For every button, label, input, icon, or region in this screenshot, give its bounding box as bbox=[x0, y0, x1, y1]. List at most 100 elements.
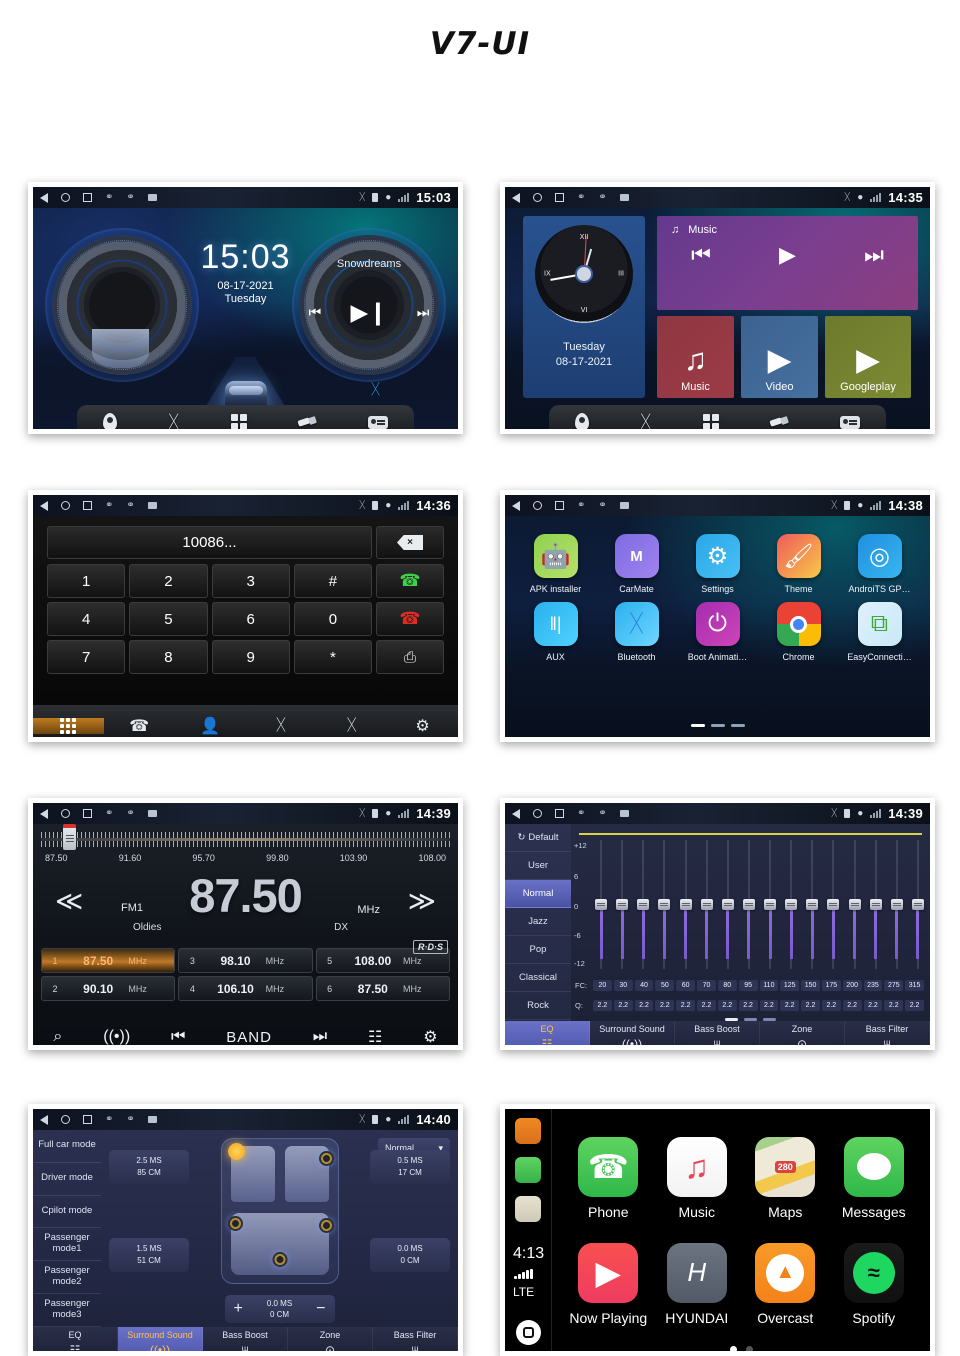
messages-mini-icon[interactable] bbox=[515, 1157, 541, 1183]
prev-station-button[interactable]: ⏮ bbox=[171, 1028, 185, 1045]
analog-clock-widget[interactable]: XII III VI IX Tuesday 08-17-2021 bbox=[523, 216, 645, 398]
eq-preset-rock[interactable]: Rock bbox=[505, 992, 571, 1020]
preset-grid[interactable]: 1 87.50 MHz 3 98.10 MHz 5 108.00 MHz 2 9… bbox=[33, 948, 458, 1001]
app-easyconnection[interactable]: ⧉ EasyConnecti… bbox=[839, 602, 920, 662]
tile-googleplay[interactable]: ▶ Googleplay bbox=[825, 316, 911, 398]
slider-knob[interactable] bbox=[679, 899, 692, 911]
dialer-keypad[interactable]: 1 2 3 # ☎ 4 5 6 0 ☎ 7 8 9 * ⎙ bbox=[33, 559, 458, 674]
left-knob-widget[interactable] bbox=[47, 230, 197, 380]
fc-value[interactable]: 315 bbox=[905, 980, 924, 991]
page-dot[interactable] bbox=[745, 1346, 753, 1351]
q-value[interactable]: 2.2 bbox=[801, 1000, 820, 1011]
slider-knob[interactable] bbox=[785, 899, 798, 911]
home-icon[interactable] bbox=[533, 809, 542, 818]
eq-band-slider[interactable] bbox=[637, 840, 650, 969]
fc-value[interactable]: 80 bbox=[717, 980, 737, 991]
eq-band-slider[interactable] bbox=[806, 840, 819, 969]
key-8[interactable]: 8 bbox=[129, 640, 208, 674]
music-widget[interactable]: ♫ Music ⏮ ▶ ⏭ bbox=[657, 216, 918, 310]
mode-driver[interactable]: Driver mode bbox=[33, 1163, 101, 1196]
key-hash[interactable]: # bbox=[293, 564, 372, 598]
carplay-app-now-playing[interactable]: ▶ Now Playing bbox=[564, 1231, 653, 1337]
recents-icon[interactable] bbox=[555, 193, 564, 202]
preset-1[interactable]: 1 87.50 MHz bbox=[41, 948, 176, 973]
q-value[interactable]: 2.2 bbox=[821, 1000, 841, 1011]
page-dot[interactable] bbox=[729, 1346, 737, 1351]
music-controls[interactable]: ⏮ ▶❙ ⏭ bbox=[294, 281, 444, 343]
page-indicator[interactable] bbox=[552, 1346, 930, 1351]
keypad-icon[interactable] bbox=[33, 718, 104, 734]
increase-button[interactable]: + bbox=[234, 1300, 243, 1318]
eq-band-slider[interactable] bbox=[679, 840, 692, 969]
apps-icon[interactable] bbox=[230, 414, 247, 429]
fc-value[interactable]: 125 bbox=[780, 980, 800, 991]
home-icon[interactable] bbox=[533, 501, 542, 510]
call-log-icon[interactable]: ☎ bbox=[104, 716, 175, 736]
app-carmate[interactable]: M CarMate bbox=[596, 534, 677, 594]
preset-3[interactable]: 3 98.10 MHz bbox=[178, 948, 313, 973]
bluetooth-icon[interactable]: ᚷ bbox=[641, 412, 651, 429]
theme-icon[interactable] bbox=[298, 416, 316, 428]
eq-band-slider[interactable] bbox=[869, 840, 882, 969]
tile-music[interactable]: ♫ Music bbox=[657, 316, 734, 398]
q-value[interactable]: 2.2 bbox=[780, 1000, 800, 1011]
mode-full-car[interactable]: Full car mode bbox=[33, 1130, 101, 1163]
slider-knob[interactable] bbox=[848, 899, 861, 911]
app-apk-installer[interactable]: 🤖 APK installer bbox=[515, 534, 596, 594]
eq-band-slider[interactable] bbox=[827, 840, 840, 969]
music-widget-controls[interactable]: ⏮ ▶ ⏭ bbox=[657, 242, 918, 268]
bluetooth-icon[interactable]: ᚷ bbox=[169, 412, 179, 429]
preset-2[interactable]: 2 90.10 MHz bbox=[41, 976, 176, 1001]
eq-preset-pop[interactable]: Pop bbox=[505, 936, 571, 964]
q-value[interactable]: 2.2 bbox=[676, 1000, 696, 1011]
tab-bass-boost[interactable]: Bass Boost ᵚ bbox=[675, 1021, 760, 1045]
fc-value[interactable]: 175 bbox=[821, 980, 841, 991]
key-7[interactable]: 7 bbox=[47, 640, 126, 674]
carplay-sidebar[interactable]: 4:13 LTE bbox=[505, 1109, 552, 1351]
back-icon[interactable] bbox=[40, 192, 48, 203]
tab-zone[interactable]: Zone ⊙ bbox=[760, 1021, 845, 1045]
call-button[interactable]: ☎ bbox=[376, 564, 444, 598]
apps-icon[interactable] bbox=[702, 414, 719, 429]
key-star[interactable]: * bbox=[293, 640, 372, 674]
tab-eq[interactable]: EQ ☷ bbox=[505, 1021, 590, 1045]
tuner-scale[interactable]: 87.50 91.60 95.70 99.80 103.90 108.00 bbox=[33, 824, 458, 864]
slider-knob[interactable] bbox=[869, 899, 882, 911]
panel-home-screen[interactable]: ⚭ ⚭ ᚷ ● 15:03 15:03 08-17-2021 Tuesday S… bbox=[28, 182, 463, 434]
radio-icon[interactable] bbox=[840, 415, 861, 429]
backspace-button[interactable]: × bbox=[376, 526, 444, 559]
eq-sliders-icon[interactable]: ☷ bbox=[368, 1027, 382, 1045]
app-aux[interactable]: ‖| AUX bbox=[515, 602, 596, 662]
q-value[interactable]: 2.2 bbox=[717, 1000, 737, 1011]
carplay-app-music[interactable]: ♫ Music bbox=[653, 1125, 742, 1231]
slider-knob[interactable] bbox=[700, 899, 713, 911]
back-icon[interactable] bbox=[40, 500, 48, 511]
carplay-app-overcast[interactable]: ▲ Overcast bbox=[741, 1231, 830, 1337]
eq-slider-bank[interactable] bbox=[595, 840, 924, 969]
slider-knob[interactable] bbox=[827, 899, 840, 911]
fc-value[interactable]: 70 bbox=[697, 980, 716, 991]
theme-icon[interactable] bbox=[770, 416, 788, 428]
preset-6[interactable]: 6 87.50 MHz bbox=[315, 976, 450, 1001]
eq-preset-user[interactable]: User bbox=[505, 852, 571, 880]
fc-value[interactable]: 95 bbox=[738, 980, 758, 991]
eq-band-slider[interactable] bbox=[658, 840, 671, 969]
panel-phone-dialer[interactable]: ⚭ ⚭ ᚷ ● 14:36 10086... × 1 2 3 # ☎ 4 5 6… bbox=[28, 490, 463, 742]
slider-knob[interactable] bbox=[637, 899, 650, 911]
panel-fm-radio[interactable]: ⚭ ⚭ ᚷ ● 14:39 87.50 91.60 95.70 99.80 10… bbox=[28, 798, 463, 1050]
home-icon[interactable] bbox=[516, 1320, 541, 1345]
tab-bass-boost[interactable]: Bass Boost ᵚ bbox=[203, 1327, 288, 1351]
panel-app-drawer[interactable]: ⚭ ⚭ ᚷ ● 14:38 🤖 APK installer M CarMate … bbox=[500, 490, 935, 742]
recents-icon[interactable] bbox=[555, 501, 564, 510]
recents-icon[interactable] bbox=[555, 809, 564, 818]
q-value[interactable]: 2.2 bbox=[613, 1000, 633, 1011]
fc-value[interactable]: 60 bbox=[676, 980, 696, 991]
eq-band-slider[interactable] bbox=[764, 840, 776, 969]
slider-knob[interactable] bbox=[721, 899, 734, 911]
fc-value[interactable]: 200 bbox=[842, 980, 862, 991]
back-icon[interactable] bbox=[40, 808, 48, 819]
q-value[interactable]: 2.2 bbox=[905, 1000, 924, 1011]
slider-knob[interactable] bbox=[911, 899, 924, 911]
delay-front-right[interactable]: 0.5 MS 17 CM bbox=[370, 1150, 450, 1184]
app-theme[interactable]: 🖌 Theme bbox=[758, 534, 839, 594]
